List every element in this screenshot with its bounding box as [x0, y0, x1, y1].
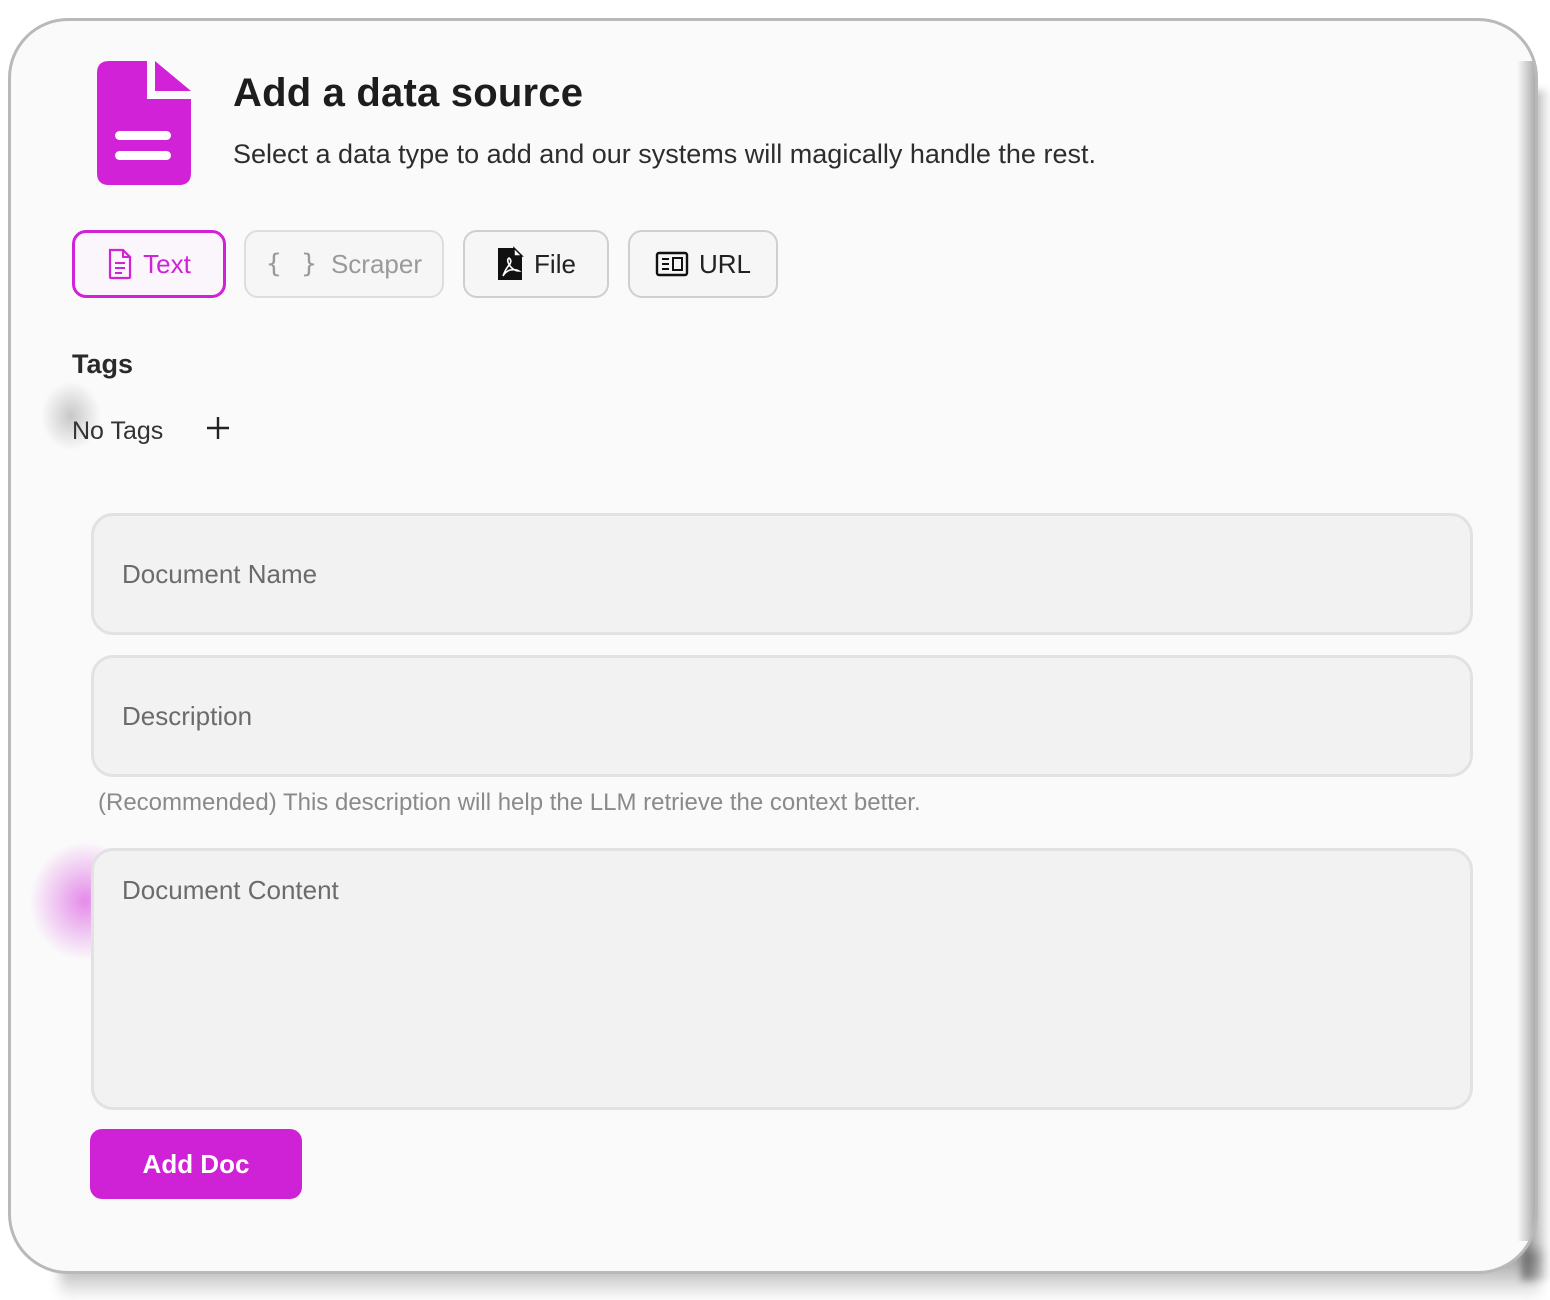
tab-file[interactable]: File [463, 230, 609, 298]
web-page-icon [655, 251, 689, 277]
tab-scraper[interactable]: { } Scraper [244, 230, 444, 298]
document-icon [95, 61, 195, 192]
document-content-textarea[interactable] [91, 848, 1473, 1110]
document-name-input[interactable] [91, 513, 1473, 635]
no-tags-text: No Tags [72, 417, 164, 445]
description-input[interactable] [91, 655, 1473, 777]
tab-scraper-label: Scraper [330, 248, 422, 279]
description-hint: (Recommended) This description will help… [98, 789, 921, 816]
tab-text[interactable]: Text [72, 230, 226, 298]
tab-file-label: File [534, 248, 576, 279]
plus-icon[interactable] [203, 413, 233, 443]
page-subtitle: Select a data type to add and our system… [233, 139, 1096, 169]
card-edge-shade [1517, 61, 1535, 1241]
text-file-icon [107, 248, 133, 280]
tags-heading: Tags [72, 349, 134, 379]
tab-url[interactable]: URL [628, 230, 778, 298]
add-data-source-card: Add a data source Select a data type to … [8, 18, 1538, 1274]
add-doc-button[interactable]: Add Doc [90, 1129, 302, 1199]
page-title: Add a data source [233, 71, 584, 115]
tab-text-label: Text [143, 248, 191, 279]
braces-icon: { } [265, 249, 319, 279]
tab-url-label: URL [698, 248, 751, 279]
pdf-file-icon [496, 246, 524, 282]
